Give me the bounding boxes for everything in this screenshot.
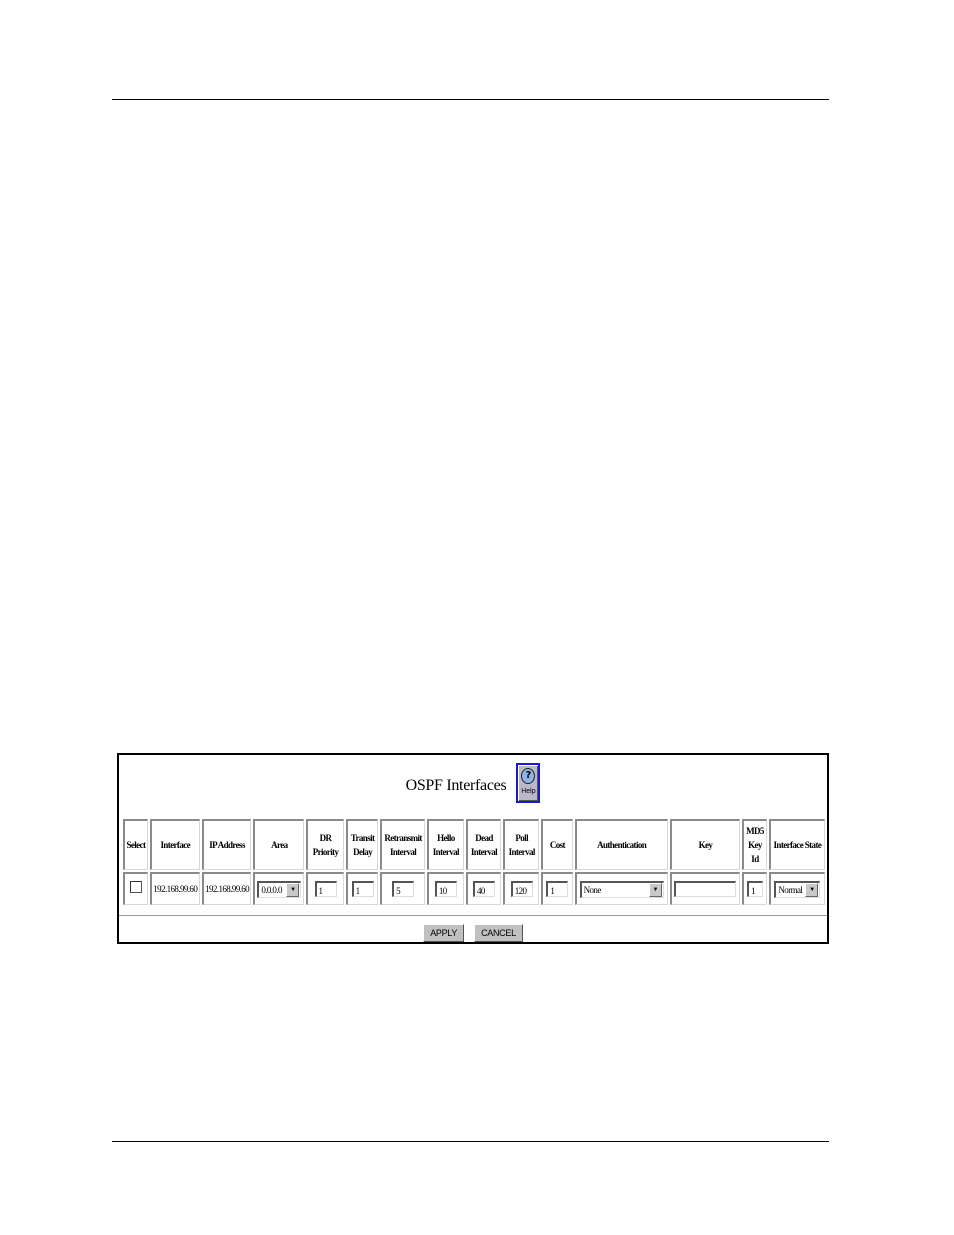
header-dr-priority: DR Priority <box>306 819 344 870</box>
table-header-row: Select Interface IP Address Area DR Prior… <box>123 819 825 870</box>
cell-dr-priority: 1 <box>306 872 344 905</box>
select-checkbox[interactable] <box>129 881 142 893</box>
chevron-down-icon[interactable]: ▼ <box>648 882 662 897</box>
panel-header: OSPF Interfaces ? Help <box>119 761 827 803</box>
header-md5-key-id: MD5 Key Id <box>742 819 767 870</box>
area-select[interactable]: 0.0.0.0 ▼ <box>257 880 302 898</box>
authentication-select[interactable]: None ▼ <box>579 880 664 898</box>
cell-transit-delay: 1 <box>345 872 379 905</box>
header-select: Select <box>123 819 148 870</box>
transit-delay-input[interactable]: 1 <box>351 881 374 897</box>
help-label: Help <box>521 788 536 795</box>
header-retransmit-interval: Retransmit Interval <box>380 819 425 870</box>
cell-hello-interval: 10 <box>426 872 464 905</box>
cell-authentication: None ▼ <box>574 872 668 905</box>
header-authentication: Authentication <box>574 819 668 870</box>
table-row: 192.168.99.60 192.168.99.60 0.0.0.0 ▼ 1 … <box>123 872 825 905</box>
interface-state-select[interactable]: Normal ▼ <box>774 880 821 898</box>
cell-select <box>123 872 148 905</box>
hello-interval-input[interactable]: 10 <box>434 881 457 897</box>
interface-state-value: Normal <box>778 884 803 895</box>
footer-rule <box>112 1141 829 1142</box>
header-cost: Cost <box>541 819 573 870</box>
ospf-interfaces-panel: OSPF Interfaces ? Help Select Interface … <box>117 753 829 944</box>
chevron-down-icon[interactable]: ▼ <box>286 882 300 897</box>
cell-retransmit-interval: 5 <box>380 872 425 905</box>
apply-button[interactable]: APPLY <box>423 924 465 942</box>
header-interface-state: Interface State <box>768 819 825 870</box>
cell-poll-interval: 120 <box>503 872 540 905</box>
question-mark-help-icon: ? <box>521 768 536 784</box>
header-area: Area <box>253 819 305 870</box>
header-dead-interval: Dead Interval <box>465 819 502 870</box>
header-ip-address: IP Address <box>201 819 252 870</box>
button-row: APPLY CANCEL <box>119 923 827 942</box>
area-value: 0.0.0.0 <box>261 884 282 895</box>
cell-key <box>669 872 741 905</box>
key-input[interactable] <box>674 881 737 897</box>
panel-title: OSPF Interfaces <box>405 777 507 794</box>
header-hello-interval: Hello Interval <box>426 819 464 870</box>
header-rule <box>112 99 829 100</box>
cell-interface: 192.168.99.60 <box>149 872 200 905</box>
chevron-down-icon[interactable]: ▼ <box>805 882 819 897</box>
cell-dead-interval: 40 <box>465 872 502 905</box>
md5-key-id-input[interactable]: 1 <box>746 881 763 897</box>
cancel-button[interactable]: CANCEL <box>474 924 523 942</box>
button-separator <box>119 915 827 916</box>
cost-input[interactable]: 1 <box>546 881 569 897</box>
poll-interval-input[interactable]: 120 <box>510 881 533 897</box>
dr-priority-input[interactable]: 1 <box>314 881 337 897</box>
authentication-value: None <box>583 884 602 895</box>
cell-interface-state: Normal ▼ <box>768 872 825 905</box>
cell-ip-address: 192.168.99.60 <box>201 872 252 905</box>
cell-md5-key-id: 1 <box>742 872 767 905</box>
header-transit-delay: Transit Delay <box>345 819 379 870</box>
dead-interval-input[interactable]: 40 <box>472 881 495 897</box>
cell-cost: 1 <box>541 872 573 905</box>
ospf-interfaces-table: Select Interface IP Address Area DR Prior… <box>121 817 827 907</box>
header-poll-interval: Poll Interval <box>503 819 540 870</box>
cell-area: 0.0.0.0 ▼ <box>253 872 305 905</box>
help-button[interactable]: ? Help <box>516 763 541 803</box>
retransmit-interval-input[interactable]: 5 <box>392 881 415 897</box>
header-key: Key <box>669 819 741 870</box>
header-interface: Interface <box>149 819 200 870</box>
